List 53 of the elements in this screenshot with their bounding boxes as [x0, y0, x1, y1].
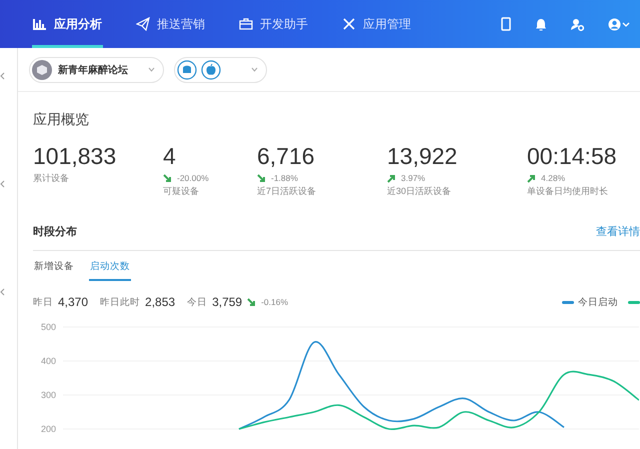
chevron-left-icon[interactable]: [0, 180, 5, 188]
paper-plane-icon: [136, 17, 150, 31]
caret-icon: [251, 67, 258, 72]
phone-icon[interactable]: [501, 17, 511, 31]
stat-change: -1.88%: [271, 173, 298, 183]
nav-tab[interactable]: 推送营销: [135, 0, 206, 48]
stat-value: 00:14:58: [527, 142, 618, 170]
legend-swatch-icon[interactable]: [562, 300, 574, 304]
apple-icon[interactable]: [201, 60, 221, 80]
stat-label: 累计设备: [33, 172, 70, 185]
chart-tab[interactable]: 新增设备: [33, 260, 75, 281]
axis-tick-label: 400: [41, 356, 56, 366]
nav-tab[interactable]: 应用管理: [341, 0, 412, 48]
stat-value: 4: [163, 142, 177, 170]
stat-value: 6,716: [257, 142, 316, 170]
chevron-left-icon[interactable]: [0, 288, 5, 296]
summary-change: -0.16%: [261, 297, 288, 307]
stat-value: 13,922: [387, 142, 458, 170]
app-selector[interactable]: 新青年麻醉论坛: [29, 56, 164, 82]
details-link[interactable]: 查看详情: [596, 224, 640, 238]
user-settings-icon[interactable]: [571, 18, 584, 30]
avatar-dropdown-icon[interactable]: [608, 18, 630, 30]
summary-value: 2,853: [145, 295, 176, 309]
stat-change: -20.00%: [177, 173, 209, 183]
summary-label: 昨日: [33, 296, 53, 308]
summary-label: 今日: [187, 296, 208, 308]
stat-change: 4.28%: [541, 173, 566, 183]
section-title: 应用概览: [33, 111, 90, 129]
bar-chart-icon: [33, 17, 47, 31]
section-title: 时段分布: [33, 224, 77, 238]
legend-swatch-icon[interactable]: [628, 300, 640, 304]
chevron-left-icon[interactable]: [0, 72, 5, 80]
platform-selector[interactable]: [174, 56, 267, 82]
summary-label: 昨日此时: [100, 296, 140, 308]
summary-value: 3,759: [212, 295, 242, 309]
axis-tick-label: 300: [41, 390, 56, 400]
app-logo-icon: [32, 60, 52, 80]
summary-value: 4,370: [58, 295, 88, 309]
legend-label: 今日启动: [578, 296, 618, 308]
axis-tick-label: 500: [41, 322, 56, 332]
caret-icon: [148, 67, 155, 72]
bell-icon[interactable]: [535, 18, 547, 30]
stat-value: 101,833: [33, 142, 118, 170]
chart-tab[interactable]: 启动次数: [89, 260, 131, 281]
axis-tick-label: 200: [41, 424, 56, 432]
stat-change: 3.97%: [401, 173, 426, 183]
stat-label: 单设备日均使用时长: [527, 185, 609, 198]
nav-tab[interactable]: 开发助手: [238, 0, 309, 48]
stat-label: 近7日活跃设备: [257, 185, 318, 198]
nav-tab[interactable]: 应用分析: [32, 0, 103, 48]
stat-label: 可疑设备: [163, 185, 200, 198]
briefcase-icon: [239, 17, 253, 31]
stat-label: 近30日活跃设备: [387, 185, 452, 198]
